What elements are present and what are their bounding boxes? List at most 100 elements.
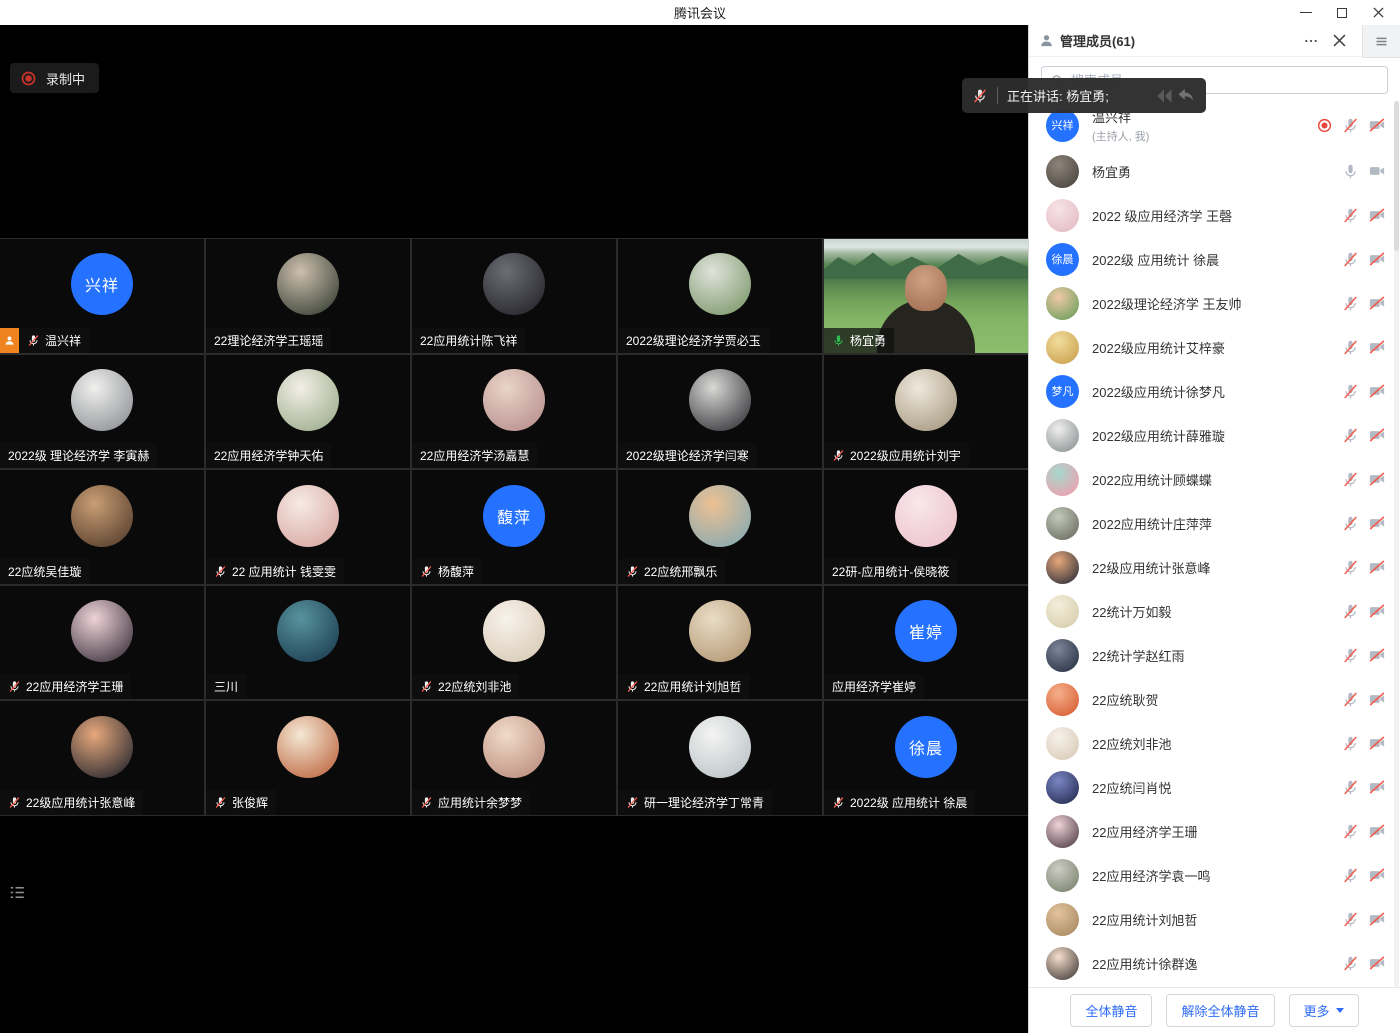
video-cell[interactable]: 2022级 理论经济学 李寅赫 bbox=[0, 355, 204, 469]
camera-muted-icon[interactable] bbox=[1368, 338, 1386, 356]
member-row[interactable]: 22应用经济学王珊 bbox=[1029, 809, 1400, 853]
camera-muted-icon[interactable] bbox=[1368, 250, 1386, 268]
mic-muted-icon[interactable] bbox=[1342, 955, 1359, 972]
video-cell[interactable]: 2022级应用统计刘宇 bbox=[824, 355, 1028, 469]
close-window-button[interactable] bbox=[1360, 0, 1396, 25]
camera-muted-icon[interactable] bbox=[1368, 734, 1386, 752]
camera-muted-icon[interactable] bbox=[1368, 294, 1386, 312]
member-row[interactable]: 2022 级应用经济学 王磬 bbox=[1029, 193, 1400, 237]
member-row[interactable]: 杨宜勇 bbox=[1029, 149, 1400, 193]
video-cell[interactable]: 徐晨 2022级 应用统计 徐晨 bbox=[824, 701, 1028, 815]
video-cell[interactable]: 馥萍 杨馥萍 bbox=[412, 470, 616, 584]
mic-muted-icon[interactable] bbox=[1342, 207, 1359, 224]
member-row[interactable]: 2022级应用统计艾梓豪 bbox=[1029, 325, 1400, 369]
mic-muted-icon[interactable] bbox=[1342, 647, 1359, 664]
mic-muted-icon[interactable] bbox=[1342, 911, 1359, 928]
scrollbar-thumb[interactable] bbox=[1394, 101, 1399, 251]
maximize-button[interactable] bbox=[1324, 0, 1360, 25]
member-row[interactable]: 22应统闫肖悦 bbox=[1029, 765, 1400, 809]
mic-muted-icon[interactable] bbox=[1342, 603, 1359, 620]
video-cell[interactable]: 杨宜勇 bbox=[824, 239, 1028, 353]
member-name: 2022级应用统计徐梦凡 bbox=[1092, 382, 1342, 401]
member-row[interactable]: 2022应用统计顾蝶蝶 bbox=[1029, 457, 1400, 501]
mic-muted-icon[interactable] bbox=[1342, 471, 1359, 488]
member-row[interactable]: 22应统刘非池 bbox=[1029, 721, 1400, 765]
video-cell[interactable]: 22应用经济学汤嘉慧 bbox=[412, 355, 616, 469]
recording-badge[interactable]: 录制中 bbox=[10, 63, 99, 93]
mic-muted-icon[interactable] bbox=[1342, 559, 1359, 576]
mic-muted-icon[interactable] bbox=[1342, 117, 1359, 134]
mic-muted-icon[interactable] bbox=[1342, 427, 1359, 444]
camera-muted-icon[interactable] bbox=[1368, 116, 1386, 134]
mic-muted-icon[interactable] bbox=[1342, 735, 1359, 752]
camera-muted-icon[interactable] bbox=[1368, 206, 1386, 224]
camera-muted-icon[interactable] bbox=[1368, 382, 1386, 400]
participant-avatar bbox=[689, 600, 751, 662]
member-name: 22应用经济学王珊 bbox=[1092, 822, 1342, 841]
video-cell[interactable]: 张俊辉 bbox=[206, 701, 410, 815]
member-row[interactable]: 22应用统计刘旭哲 bbox=[1029, 897, 1400, 941]
camera-muted-icon[interactable] bbox=[1368, 646, 1386, 664]
member-row[interactable]: 22统计万如毅 bbox=[1029, 589, 1400, 633]
video-cell[interactable]: 22应统邢飘乐 bbox=[618, 470, 822, 584]
camera-on-icon[interactable] bbox=[1368, 162, 1386, 180]
minimize-button[interactable] bbox=[1288, 0, 1324, 25]
video-cell[interactable]: 22研-应用统计-侯晓筱 bbox=[824, 470, 1028, 584]
camera-muted-icon[interactable] bbox=[1368, 558, 1386, 576]
video-cell[interactable]: 22应用统计刘旭哲 bbox=[618, 586, 822, 700]
video-cell[interactable]: 兴祥 温兴祥 bbox=[0, 239, 204, 353]
close-panel-button[interactable] bbox=[1328, 30, 1350, 52]
video-cell[interactable]: 22级应用统计张意峰 bbox=[0, 701, 204, 815]
video-cell[interactable]: 崔婷 应用经济学崔婷 bbox=[824, 586, 1028, 700]
video-cell[interactable]: 2022级理论经济学闫寒 bbox=[618, 355, 822, 469]
video-cell[interactable]: 22理论经济学王瑶瑶 bbox=[206, 239, 410, 353]
video-cell[interactable]: 22应统刘非池 bbox=[412, 586, 616, 700]
camera-muted-icon[interactable] bbox=[1368, 470, 1386, 488]
camera-muted-icon[interactable] bbox=[1368, 690, 1386, 708]
panel-dock-button[interactable] bbox=[1362, 25, 1400, 58]
mic-muted-icon[interactable] bbox=[1342, 251, 1359, 268]
member-row[interactable]: 梦凡 2022级应用统计徐梦凡 bbox=[1029, 369, 1400, 413]
mic-muted-icon[interactable] bbox=[1342, 295, 1359, 312]
mic-muted-icon[interactable] bbox=[1342, 383, 1359, 400]
member-row[interactable]: 2022级应用统计薛雅璇 bbox=[1029, 413, 1400, 457]
mute-all-button[interactable]: 全体静音 bbox=[1070, 994, 1152, 1027]
camera-muted-icon[interactable] bbox=[1368, 514, 1386, 532]
camera-muted-icon[interactable] bbox=[1368, 954, 1386, 972]
member-row[interactable]: 22应用经济学袁一鸣 bbox=[1029, 853, 1400, 897]
member-row[interactable]: 2022应用统计庄萍萍 bbox=[1029, 501, 1400, 545]
member-row[interactable]: 22统计学赵红雨 bbox=[1029, 633, 1400, 677]
camera-muted-icon[interactable] bbox=[1368, 602, 1386, 620]
video-cell[interactable]: 2022级理论经济学贾必玉 bbox=[618, 239, 822, 353]
camera-muted-icon[interactable] bbox=[1368, 426, 1386, 444]
mic-muted-icon[interactable] bbox=[1342, 779, 1359, 796]
video-cell[interactable]: 三川 bbox=[206, 586, 410, 700]
mic-muted-icon[interactable] bbox=[1342, 867, 1359, 884]
member-row[interactable]: 22应统耿贺 bbox=[1029, 677, 1400, 721]
member-row[interactable]: 2022级理论经济学 王友帅 bbox=[1029, 281, 1400, 325]
mic-muted-icon[interactable] bbox=[1342, 339, 1359, 356]
video-cell[interactable]: 22应用经济学王珊 bbox=[0, 586, 204, 700]
video-cell[interactable]: 应用统计余梦梦 bbox=[412, 701, 616, 815]
mic-muted-icon[interactable] bbox=[1342, 823, 1359, 840]
video-cell[interactable]: 22应用经济学钟天佑 bbox=[206, 355, 410, 469]
mic-muted-icon[interactable] bbox=[1342, 515, 1359, 532]
mic-on-icon[interactable] bbox=[1342, 163, 1359, 180]
video-cell[interactable]: 22应统吴佳璇 bbox=[0, 470, 204, 584]
scrollbar[interactable] bbox=[1394, 101, 1399, 987]
more-button[interactable]: 更多 bbox=[1289, 994, 1359, 1027]
unmute-all-button[interactable]: 解除全体静音 bbox=[1166, 994, 1274, 1027]
member-row[interactable]: 22级应用统计张意峰 bbox=[1029, 545, 1400, 589]
more-options-button[interactable] bbox=[1300, 30, 1322, 52]
camera-muted-icon[interactable] bbox=[1368, 822, 1386, 840]
mic-muted-icon[interactable] bbox=[1342, 691, 1359, 708]
member-list-toggle[interactable] bbox=[6, 881, 28, 903]
video-cell[interactable]: 研一理论经济学丁常青 bbox=[618, 701, 822, 815]
camera-muted-icon[interactable] bbox=[1368, 910, 1386, 928]
member-row[interactable]: 22应用统计徐群逸 bbox=[1029, 941, 1400, 985]
camera-muted-icon[interactable] bbox=[1368, 778, 1386, 796]
video-cell[interactable]: 22 应用统计 钱雯雯 bbox=[206, 470, 410, 584]
video-cell[interactable]: 22应用统计陈飞祥 bbox=[412, 239, 616, 353]
member-row[interactable]: 徐晨 2022级 应用统计 徐晨 bbox=[1029, 237, 1400, 281]
camera-muted-icon[interactable] bbox=[1368, 866, 1386, 884]
